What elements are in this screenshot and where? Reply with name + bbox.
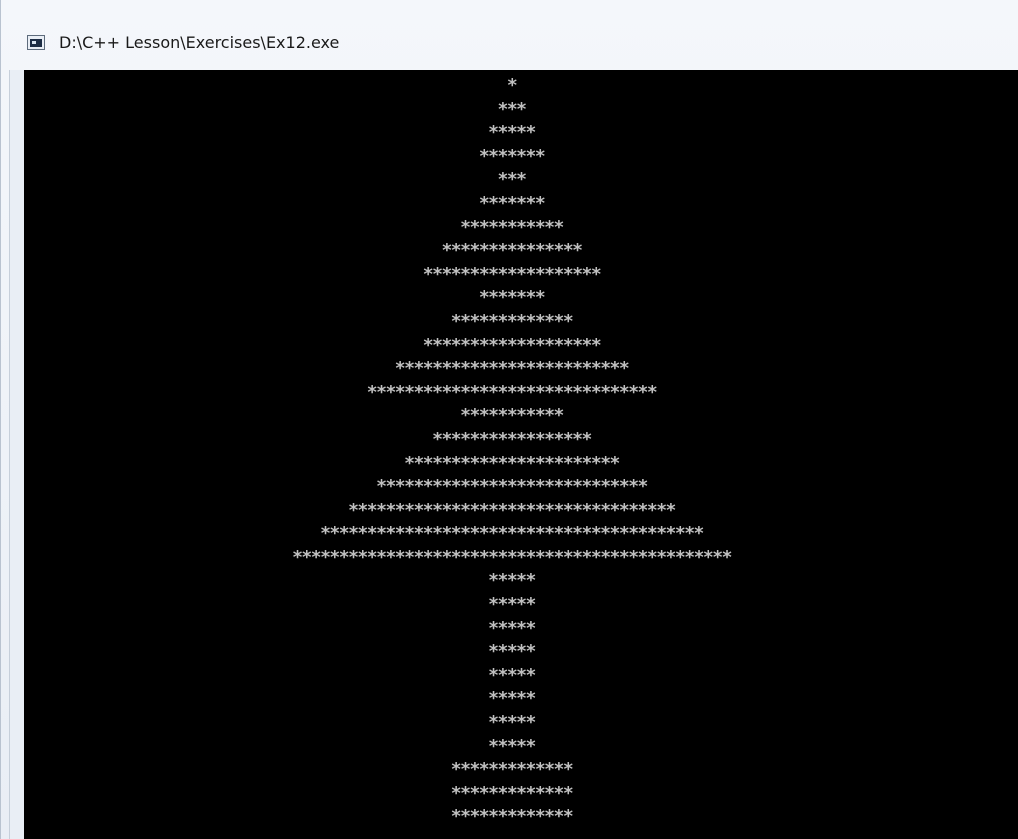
console-line: ***************** [432, 428, 592, 450]
console-line: ************* [450, 806, 574, 828]
console-line: ************* [450, 782, 574, 804]
console-line: *************** [441, 240, 583, 262]
console-window: D:\C++ Lesson\Exercises\Ex12.exe * *** ***… [0, 0, 1018, 839]
console-line: ***************************** [376, 476, 648, 498]
console-line: ****************************************… [320, 523, 704, 545]
console-output-area[interactable]: * *** ***** ******* *** ******* *********** ***… [24, 70, 1018, 839]
console-line: *********************** [404, 452, 620, 474]
app-icon-cursor [32, 41, 36, 44]
console-line: * [506, 75, 518, 96]
console-line: ***** [488, 594, 536, 616]
console-line: ***** [488, 641, 536, 663]
console-line: ****************************************… [292, 546, 732, 568]
console-line: ***** [488, 122, 536, 144]
console-line: ***** [488, 617, 536, 639]
console-line: ***** [488, 664, 536, 686]
console-line: ******* [478, 192, 546, 214]
console-line: *********************************** [348, 499, 676, 521]
console-line: *** [497, 169, 527, 191]
console-line: *** [497, 98, 527, 120]
console-line: ******************* [422, 334, 602, 356]
console-output: * *** ***** ******* *** ******* *********** ***… [24, 74, 1018, 829]
console-line: ***** [488, 570, 536, 592]
title-bar[interactable]: D:\C++ Lesson\Exercises\Ex12.exe [1, 0, 1018, 70]
console-line: ************* [450, 759, 574, 781]
window-title: D:\C++ Lesson\Exercises\Ex12.exe [59, 33, 340, 52]
console-line: ************* [450, 310, 574, 332]
console-line: *********** [460, 216, 564, 238]
console-line: ************************* [394, 358, 630, 380]
console-app-icon[interactable] [27, 35, 45, 50]
console-line: ******* [478, 145, 546, 167]
console-line: ******************************* [366, 381, 658, 403]
console-line: ***** [488, 712, 536, 734]
console-line: ******************* [422, 263, 602, 285]
console-line: ***** [488, 688, 536, 710]
console-line: *********** [460, 405, 564, 427]
console-line: ******* [478, 287, 546, 309]
console-line: ***** [488, 735, 536, 757]
